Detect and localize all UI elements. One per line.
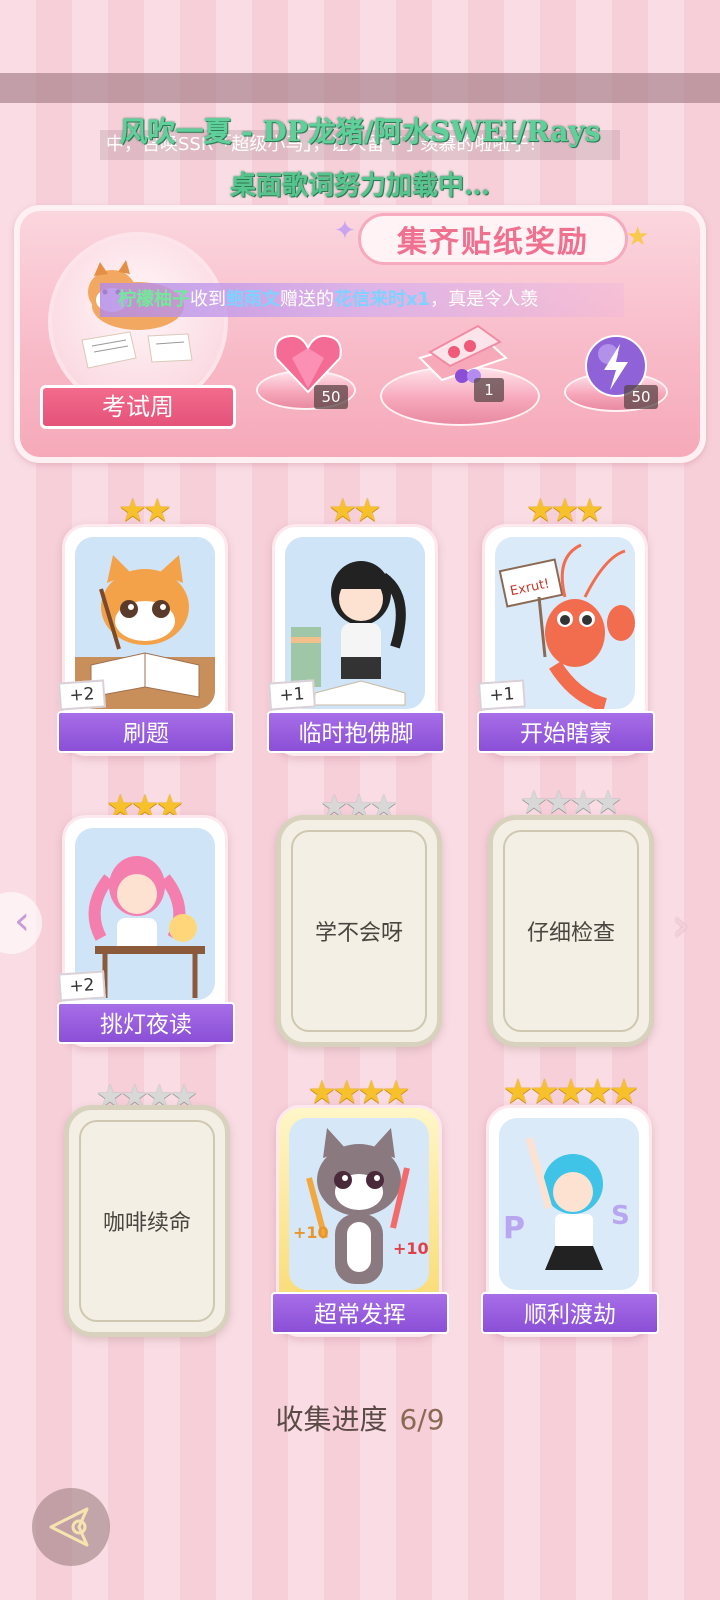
lyrics-line-1: 风吹一夏 - DP龙猪/阿水SWEI/Rays — [119, 115, 601, 148]
girl-celebrating-icon: P S — [503, 1137, 630, 1270]
next-page-button[interactable]: › — [672, 900, 690, 951]
star-rating: ★★★★★ — [502, 1072, 639, 1112]
sticker-card-4[interactable]: +2 挑灯夜读 — [57, 815, 235, 1047]
sticker-art: +10 +10 — [289, 1118, 429, 1290]
notice-gift: 花信来时x1 — [334, 289, 431, 310]
reward-count: 50 — [624, 385, 658, 409]
sticker-art: P S — [499, 1118, 639, 1290]
banner-title: 集齐贴纸奖励 — [397, 225, 589, 260]
svg-text:P: P — [503, 1211, 525, 1246]
plus-badge: +2 — [58, 970, 106, 1002]
locked-card-name: 仔细检查 — [503, 830, 639, 1032]
star-rating: ★★★★ — [307, 1073, 411, 1111]
svg-text:S: S — [611, 1201, 630, 1231]
sticker-name: 挑灯夜读 — [57, 1002, 235, 1044]
notice-text: 赠送的 — [280, 289, 334, 310]
sticker-card-8[interactable]: +10 +10 超常发挥 — [271, 1105, 449, 1337]
star-rating: ★★★★ — [519, 783, 623, 821]
notice-text: 收到 — [190, 289, 226, 310]
progress-label: 收集进度 — [275, 1403, 388, 1436]
star-icon: ★ — [626, 222, 650, 252]
star-rating: ★★★ — [525, 491, 604, 529]
lyrics-line-2: 桌面歌词努力加载中… — [229, 171, 490, 201]
back-button[interactable] — [32, 1488, 110, 1566]
reward-count: 1 — [474, 378, 504, 402]
locked-card-6[interactable]: 仔细检查 — [488, 815, 654, 1047]
notice-sender: 鲍雨文 — [226, 289, 280, 310]
reward-count: 50 — [314, 385, 348, 409]
locked-card-5[interactable]: 学不会呀 — [276, 815, 442, 1047]
sticker-card-2[interactable]: +1 临时抱佛脚 — [267, 524, 445, 756]
star-rating: ★★ — [328, 491, 381, 529]
top-status-bar — [0, 73, 720, 103]
plus-badge: +1 — [478, 679, 526, 711]
cat-cheering-icon: +10 +10 — [293, 1128, 429, 1284]
locked-card-name: 咖啡续命 — [79, 1120, 215, 1322]
sticker-card-3[interactable]: Exrut! +1 开始瞎蒙 — [477, 524, 655, 756]
sticker-name: 开始瞎蒙 — [477, 711, 655, 753]
gift-notice: 柠檬柚子收到鲍雨文赠送的花信来时x1，真是令人羡 — [100, 283, 624, 317]
star-rating: ★★ — [118, 491, 171, 529]
sticker-name: 顺利渡劫 — [481, 1292, 659, 1334]
notice-text: ，真是令人羡 — [430, 289, 539, 310]
back-arrow-icon — [49, 1507, 89, 1547]
sparkle-icon: ✦ — [334, 216, 356, 246]
locked-card-7[interactable]: 咖啡续命 — [64, 1105, 230, 1337]
notice-user: 柠檬柚子 — [118, 289, 190, 310]
locked-card-name: 学不会呀 — [291, 830, 427, 1032]
prev-page-button[interactable]: ‹ — [0, 892, 42, 954]
plus-badge: +2 — [58, 679, 106, 711]
plus-ten-text: +10 — [393, 1239, 429, 1258]
sticker-name: 临时抱佛脚 — [267, 711, 445, 753]
plus-ten-text: +10 — [293, 1223, 329, 1242]
theme-label: 考试周 — [40, 385, 236, 429]
sticker-name: 刷题 — [57, 711, 235, 753]
progress-value: 6/9 — [399, 1403, 445, 1436]
sticker-card-9[interactable]: P S 顺利渡劫 — [481, 1105, 659, 1337]
plus-badge: +1 — [268, 679, 316, 711]
banner-title-badge: 集齐贴纸奖励 — [358, 213, 628, 265]
cat-with-papers-icon — [81, 260, 193, 369]
sticker-name: 超常发挥 — [271, 1292, 449, 1334]
sticker-card-1[interactable]: +2 刷题 — [57, 524, 235, 756]
collection-progress: 收集进度 6/9 — [0, 1398, 720, 1438]
